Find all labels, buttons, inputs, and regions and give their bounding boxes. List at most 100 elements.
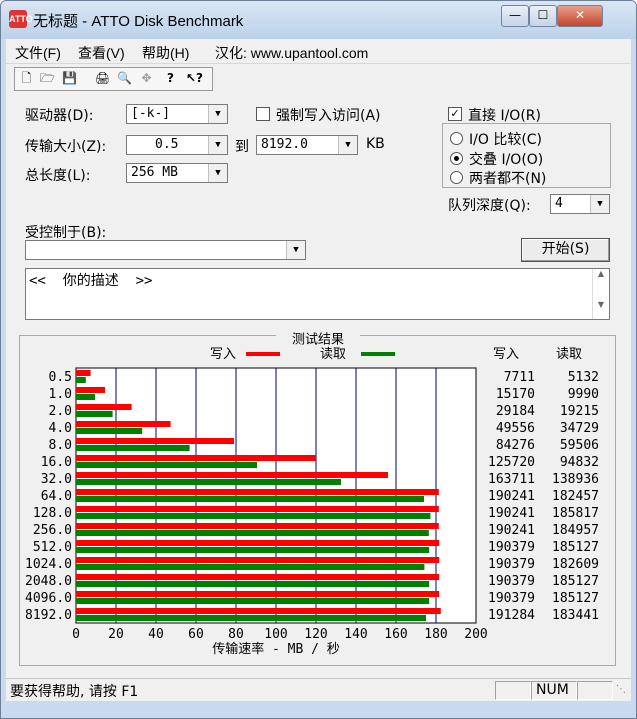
table-header-write: 写入	[493, 347, 519, 362]
title-bar[interactable]: ATTO 无标题 - ATTO Disk Benchmark — ☐ ✕	[1, 1, 636, 39]
y-tick-label: 32.0	[41, 472, 72, 487]
queue-depth-label: 队列深度(Q):	[448, 198, 531, 214]
write-speed-value: 190379	[488, 591, 535, 606]
print-icon: 🖨	[94, 71, 111, 85]
y-tick-label: 4096.0	[25, 591, 72, 606]
open-icon: 🗁	[40, 71, 55, 85]
x-tick-label: 180	[424, 627, 447, 642]
controlled-by-select[interactable]: ▼	[25, 240, 306, 260]
bar-read	[76, 564, 425, 570]
start-button[interactable]: 开始(S)	[521, 238, 610, 262]
app-window: ATTO 无标题 - ATTO Disk Benchmark — ☐ ✕ 文件(…	[0, 0, 637, 719]
y-tick-label: 256.0	[33, 523, 72, 538]
y-tick-label: 8.0	[49, 438, 72, 453]
new-icon: 🗋	[21, 71, 32, 85]
transfer-to-value: 8192.0	[261, 137, 308, 152]
write-speed-value: 190241	[488, 506, 535, 521]
menu-bar: 文件(F) 查看(V) 帮助(H) 汉化: www.upantool.com	[6, 39, 631, 63]
new-button[interactable]: 🗋	[17, 69, 36, 88]
menu-file[interactable]: 文件(F)	[15, 43, 61, 63]
close-button[interactable]: ✕	[557, 5, 603, 27]
read-speed-value: 182457	[552, 489, 599, 504]
bar-read	[76, 394, 95, 400]
direct-io-label: 直接 I/O(R)	[468, 108, 541, 124]
total-length-value: 256 MB	[131, 165, 178, 180]
menu-view[interactable]: 查看(V)	[78, 43, 125, 63]
read-speed-value: 185127	[552, 574, 599, 589]
print-button[interactable]: 🖨	[93, 69, 112, 88]
x-tick-label: 60	[188, 627, 204, 642]
bar-write	[76, 421, 171, 427]
bar-read	[76, 479, 341, 485]
description-scrollbar[interactable]: ▲ ▼	[592, 269, 609, 319]
bar-write	[76, 591, 440, 597]
x-tick-label: 0	[72, 627, 80, 642]
menu-help[interactable]: 帮助(H)	[142, 43, 189, 63]
read-speed-value: 94832	[560, 455, 599, 470]
open-button[interactable]: 🗁	[38, 69, 57, 88]
drive-select[interactable]: [-k-] ▼	[126, 104, 228, 124]
help-button[interactable]: ?	[161, 69, 180, 88]
context-help-button[interactable]: ↖?	[185, 69, 204, 88]
y-tick-label: 512.0	[33, 540, 72, 555]
resize-grip-icon[interactable]: ⋱	[616, 684, 626, 695]
y-tick-label: 0.5	[49, 370, 72, 385]
total-length-select[interactable]: 256 MB ▼	[126, 163, 228, 183]
read-speed-value: 183441	[552, 608, 599, 623]
bar-read	[76, 615, 426, 621]
scroll-up-icon[interactable]: ▲	[593, 269, 609, 278]
bar-write	[76, 370, 91, 376]
menu-localization[interactable]: 汉化: www.upantool.com	[215, 43, 368, 63]
y-tick-label: 128.0	[33, 506, 72, 521]
write-speed-value: 163711	[488, 472, 535, 487]
io-compare-radio[interactable]	[450, 132, 463, 145]
print-preview-button[interactable]: 🔍	[115, 69, 134, 88]
save-button[interactable]: 💾	[60, 69, 79, 88]
move-icon: ✥	[141, 71, 152, 85]
x-tick-label: 120	[304, 627, 327, 642]
overlapped-io-radio[interactable]	[450, 152, 463, 165]
scroll-down-icon[interactable]: ▼	[593, 300, 609, 309]
bar-write	[76, 557, 440, 563]
y-tick-label: 2048.0	[25, 574, 72, 589]
legend-write-label: 写入	[210, 347, 236, 362]
write-speed-value: 190379	[488, 574, 535, 589]
status-pane-num: NUM	[531, 681, 577, 700]
toolbar: 🗋 🗁 💾 🖨 🔍 ✥ ? ↖?	[6, 63, 631, 92]
y-tick-label: 1024.0	[25, 557, 72, 572]
minimize-button[interactable]: —	[501, 5, 529, 27]
maximize-button[interactable]: ☐	[529, 5, 557, 27]
read-speed-value: 9990	[568, 387, 599, 402]
legend-read-label: 读取	[320, 347, 346, 362]
queue-depth-select[interactable]: 4 ▼	[550, 194, 610, 214]
bar-write	[76, 472, 388, 478]
to-label: 到	[235, 139, 249, 155]
write-speed-value: 125720	[488, 455, 535, 470]
x-tick-label: 140	[344, 627, 367, 642]
read-speed-value: 59506	[560, 438, 599, 453]
description-textarea[interactable]: << 你的描述 >> ▲ ▼	[25, 268, 610, 320]
read-speed-value: 138936	[552, 472, 599, 487]
bar-write	[76, 455, 316, 461]
transfer-from-select[interactable]: 0.5 ▼	[126, 135, 228, 155]
write-speed-value: 190241	[488, 489, 535, 504]
direct-io-checkbox[interactable]: ✓	[448, 107, 462, 121]
force-write-label: 强制写入访问(A)	[276, 108, 381, 124]
neither-radio[interactable]	[450, 171, 463, 184]
neither-label: 两者都不(N)	[469, 171, 547, 187]
description-text: << 你的描述 >>	[29, 273, 153, 289]
move-button[interactable]: ✥	[137, 69, 156, 88]
read-speed-value: 34729	[560, 421, 599, 436]
write-speed-value: 7711	[504, 370, 535, 385]
controlled-by-label: 受控制于(B):	[25, 225, 107, 241]
bar-write	[76, 608, 441, 614]
status-help-text: 要获得帮助, 请按 F1	[10, 684, 139, 700]
transfer-to-select[interactable]: 8192.0 ▼	[256, 135, 358, 155]
maximize-icon: ☐	[537, 8, 549, 22]
y-tick-label: 2.0	[49, 404, 72, 419]
force-write-checkbox[interactable]	[256, 107, 270, 121]
total-length-label: 总长度(L):	[25, 168, 91, 184]
read-speed-value: 182609	[552, 557, 599, 572]
x-tick-label: 20	[108, 627, 124, 642]
bar-read	[76, 462, 257, 468]
